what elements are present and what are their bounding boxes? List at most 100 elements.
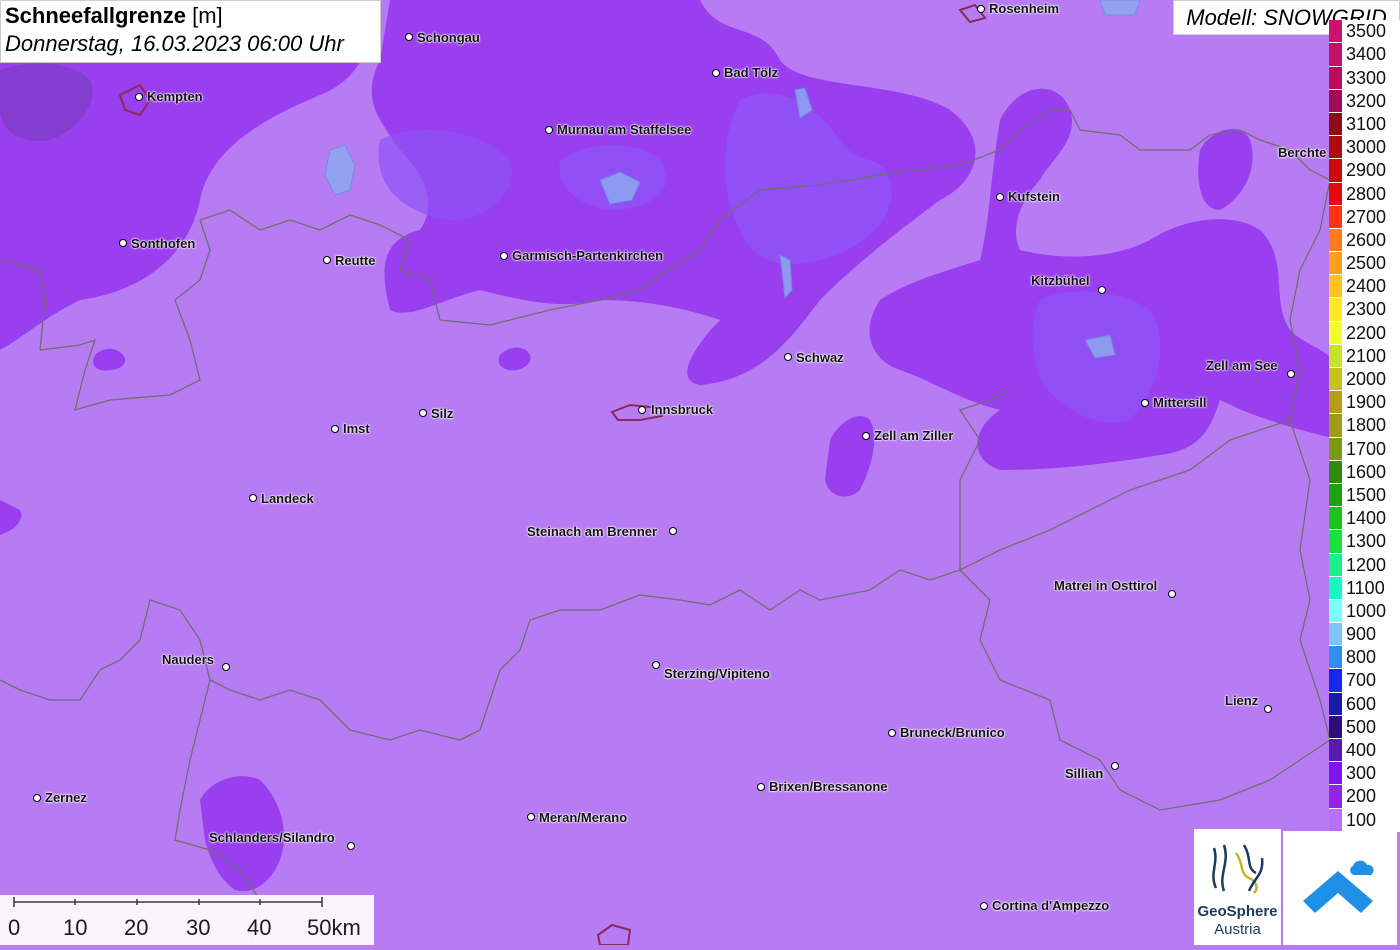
legend-swatch — [1329, 159, 1342, 183]
legend-swatch — [1329, 553, 1342, 577]
geosphere-sub: Austria — [1214, 921, 1261, 938]
city-marker — [888, 729, 896, 737]
legend-swatch — [1329, 576, 1342, 600]
geosphere-logo[interactable]: GeoSphere Austria — [1194, 829, 1281, 945]
legend-label: 1800 — [1342, 414, 1400, 438]
map-title-box: Schneefallgrenze [m] Donnerstag, 16.03.2… — [0, 0, 381, 63]
legend-label: 1100 — [1342, 576, 1400, 600]
legend-label: 2900 — [1342, 159, 1400, 183]
legend-swatch — [1329, 205, 1342, 229]
legend-item: 1600 — [1329, 460, 1400, 484]
city-label: Sterzing/Vipiteno — [664, 666, 770, 681]
legend-item: 600 — [1329, 692, 1400, 716]
city-label: Landeck — [261, 491, 314, 506]
city-marker — [1287, 370, 1295, 378]
city-label: Zernez — [45, 790, 87, 805]
legend-swatch — [1329, 66, 1342, 90]
legend-item: 1500 — [1329, 483, 1400, 508]
city-label: Imst — [343, 421, 370, 436]
legend-label: 2400 — [1342, 275, 1400, 299]
city-label: Steinach am Brenner — [527, 524, 658, 539]
legend-item: 1200 — [1329, 553, 1400, 577]
legend-item: 3500 — [1329, 20, 1400, 44]
legend-swatch — [1329, 368, 1342, 392]
legend-swatch — [1329, 460, 1342, 484]
city-label: Meran/Merano — [539, 810, 628, 825]
app-logo[interactable] — [1283, 831, 1397, 945]
legend-item: 3300 — [1329, 66, 1400, 90]
city-marker — [331, 425, 339, 433]
city-label: Bruneck/Brunico — [900, 725, 1005, 740]
city-label: Lienz — [1225, 693, 1259, 708]
legend-swatch — [1329, 43, 1342, 67]
legend-swatch — [1329, 344, 1342, 369]
legend-swatch — [1329, 530, 1342, 554]
legend-label: 1500 — [1342, 483, 1400, 508]
legend-swatch — [1329, 507, 1342, 531]
city-marker — [222, 663, 230, 671]
legend-item: 1700 — [1329, 437, 1400, 461]
legend-item: 2000 — [1329, 368, 1400, 392]
legend-item: 800 — [1329, 646, 1400, 670]
legend-label: 2700 — [1342, 205, 1400, 229]
city-marker — [980, 902, 988, 910]
map-date: Donnerstag, 16.03.2023 06:00 Uhr — [5, 31, 344, 56]
legend-item: 1800 — [1329, 414, 1400, 438]
scale-tick: 50km — [307, 915, 361, 940]
city-marker — [757, 783, 765, 791]
legend-swatch — [1329, 298, 1342, 322]
city-marker — [977, 5, 985, 13]
legend-label: 2500 — [1342, 252, 1400, 276]
legend-label: 700 — [1342, 669, 1400, 693]
city-label: Zell am See — [1206, 358, 1278, 373]
map-title-main: Schneefallgrenze — [5, 3, 186, 28]
scale-tick: 20 — [124, 915, 149, 940]
geosphere-mark-icon — [1212, 844, 1264, 894]
legend-swatch — [1329, 692, 1342, 716]
legend-item: 2500 — [1329, 252, 1400, 276]
legend-label: 2800 — [1342, 182, 1400, 206]
legend-swatch — [1329, 20, 1342, 44]
legend-swatch — [1329, 89, 1342, 113]
legend-item: 500 — [1329, 715, 1400, 740]
city-label: Garmisch-Partenkirchen — [512, 248, 664, 263]
city-label: Mittersill — [1153, 395, 1207, 410]
city-marker — [669, 527, 677, 535]
map-title-unit: [m] — [192, 3, 223, 28]
city-label: Reutte — [335, 253, 376, 268]
legend-swatch — [1329, 623, 1342, 647]
legend-item: 2900 — [1329, 159, 1400, 183]
city-label: Matrei in Osttirol — [1054, 578, 1158, 593]
city-label: Sonthofen — [131, 236, 196, 251]
legend-label: 3400 — [1342, 43, 1400, 67]
city-marker — [862, 432, 870, 440]
scale-tick: 10 — [63, 915, 88, 940]
legend-label: 1700 — [1342, 437, 1400, 461]
city-marker — [784, 353, 792, 361]
city-marker — [347, 842, 355, 850]
legend-label: 1000 — [1342, 599, 1400, 624]
legend-label: 2300 — [1342, 298, 1400, 322]
city-marker — [996, 193, 1004, 201]
legend-item: 1900 — [1329, 391, 1400, 415]
legend-swatch — [1329, 275, 1342, 299]
legend-label: 100 — [1342, 808, 1400, 832]
legend-label: 900 — [1342, 623, 1400, 647]
geosphere-name: GeoSphere — [1197, 903, 1278, 920]
legend-label: 3200 — [1342, 89, 1400, 113]
snowfall-map[interactable] — [0, 0, 1400, 945]
city-marker — [323, 256, 331, 264]
city-marker — [1264, 705, 1272, 713]
city-marker — [1141, 399, 1149, 407]
city-label: Rosenheim — [989, 1, 1060, 16]
scale-tick: 0 — [8, 915, 21, 940]
legend-item: 300 — [1329, 762, 1400, 786]
city-marker — [405, 33, 413, 41]
legend-swatch — [1329, 228, 1342, 253]
city-label: Zell am Ziller — [874, 428, 954, 443]
scale-tick: 40 — [247, 915, 272, 940]
legend-swatch — [1329, 785, 1342, 809]
legend-label: 600 — [1342, 692, 1400, 716]
legend-item: 1300 — [1329, 530, 1400, 554]
city-label: Kufstein — [1008, 189, 1060, 204]
